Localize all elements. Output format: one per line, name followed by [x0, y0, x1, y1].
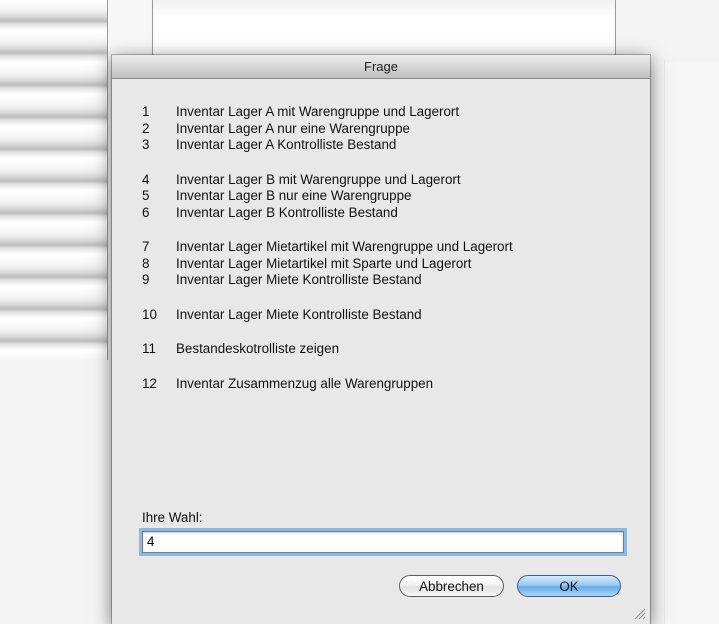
option-label: Inventar Lager B mit Warengruppe und Lag…: [176, 171, 461, 187]
option-row: 5 Inventar Lager B nur eine Warengruppe: [142, 188, 513, 205]
option-group: 11 Bestandeskotrolliste zeigen: [142, 341, 513, 358]
option-row: 9 Inventar Lager Miete Kontrolliste Besta…: [142, 272, 513, 289]
background-list-pane: [0, 0, 108, 360]
option-number: 2: [142, 120, 150, 136]
resize-grip-icon[interactable]: [634, 608, 646, 620]
option-group: 7 Inventar Lager Mietartikel mit Warengru…: [142, 239, 513, 289]
option-number: 12: [142, 375, 157, 391]
option-row: 12 Inventar Zusammenzug alle Warengruppen: [142, 376, 513, 393]
option-number: 7: [142, 239, 150, 254]
option-label: Inventar Lager B nur eine Warengruppe: [176, 188, 412, 203]
option-row: 6 Inventar Lager B Kontrolliste Bestand: [142, 205, 513, 222]
option-row: 2 Inventar Lager A nur eine Warengruppe: [142, 121, 513, 138]
question-dialog: Frage 1 Inventar Lager A mit Warengruppe …: [112, 55, 650, 624]
background-right-area: [650, 62, 719, 624]
option-number: 4: [142, 171, 150, 187]
cancel-button[interactable]: Abbrechen: [399, 575, 504, 597]
option-label: Inventar Lager A nur eine Warengruppe: [176, 120, 410, 136]
option-row: 4 Inventar Lager B mit Warengruppe und La…: [142, 172, 513, 189]
ok-button[interactable]: OK: [517, 575, 621, 597]
option-number: 9: [142, 272, 150, 287]
option-number: 10: [142, 306, 157, 322]
option-label: Bestandeskotrolliste zeigen: [176, 341, 340, 356]
option-row: 3 Inventar Lager A Kontrolliste Bestand: [142, 137, 513, 154]
option-number: 6: [142, 204, 150, 220]
option-row: 10 Inventar Lager Miete Kontrolliste Best…: [142, 307, 513, 324]
option-label: Inventar Lager A Kontrolliste Bestand: [176, 137, 397, 152]
option-group: 1 Inventar Lager A mit Warengruppe und La…: [142, 104, 513, 154]
background-content-pane: [152, 0, 616, 61]
option-list: 1 Inventar Lager A mit Warengruppe und La…: [142, 104, 513, 410]
option-row: 8 Inventar Lager Mietartikel mit Sparte u…: [142, 256, 513, 273]
option-label: Inventar Lager Miete Kontrolliste Bestan…: [176, 306, 422, 322]
option-label: Inventar Lager A mit Warengruppe und Lag…: [176, 104, 460, 119]
option-row: 7 Inventar Lager Mietartikel mit Warengru…: [142, 239, 513, 256]
background-right-divider: [664, 60, 665, 624]
option-group: 4 Inventar Lager B mit Warengruppe und La…: [142, 172, 513, 222]
background-content-shade: [153, 0, 615, 18]
option-label: Inventar Lager Mietartikel mit Sparte un…: [176, 255, 472, 271]
option-number: 11: [142, 341, 156, 356]
dialog-title: Frage: [112, 55, 650, 79]
option-row: 11 Bestandeskotrolliste zeigen: [142, 341, 513, 358]
choice-label: Ihre Wahl:: [142, 510, 203, 525]
option-label: Inventar Lager B Kontrolliste Bestand: [176, 204, 398, 220]
option-number: 1: [142, 104, 150, 119]
option-label: Inventar Lager Mietartikel mit Warengrup…: [176, 239, 513, 254]
option-label: Inventar Zusammenzug alle Warengruppen: [176, 375, 434, 391]
option-row: 1 Inventar Lager A mit Warengruppe und La…: [142, 104, 513, 121]
background-divider-strip: [108, 0, 151, 60]
option-number: 3: [142, 137, 150, 152]
option-number: 5: [142, 188, 150, 203]
option-label: Inventar Lager Miete Kontrolliste Bestan…: [176, 272, 422, 287]
option-group: 10 Inventar Lager Miete Kontrolliste Best…: [142, 307, 513, 324]
option-number: 8: [142, 255, 150, 271]
choice-input[interactable]: 4: [142, 531, 624, 553]
option-group: 12 Inventar Zusammenzug alle Warengruppen: [142, 376, 513, 393]
